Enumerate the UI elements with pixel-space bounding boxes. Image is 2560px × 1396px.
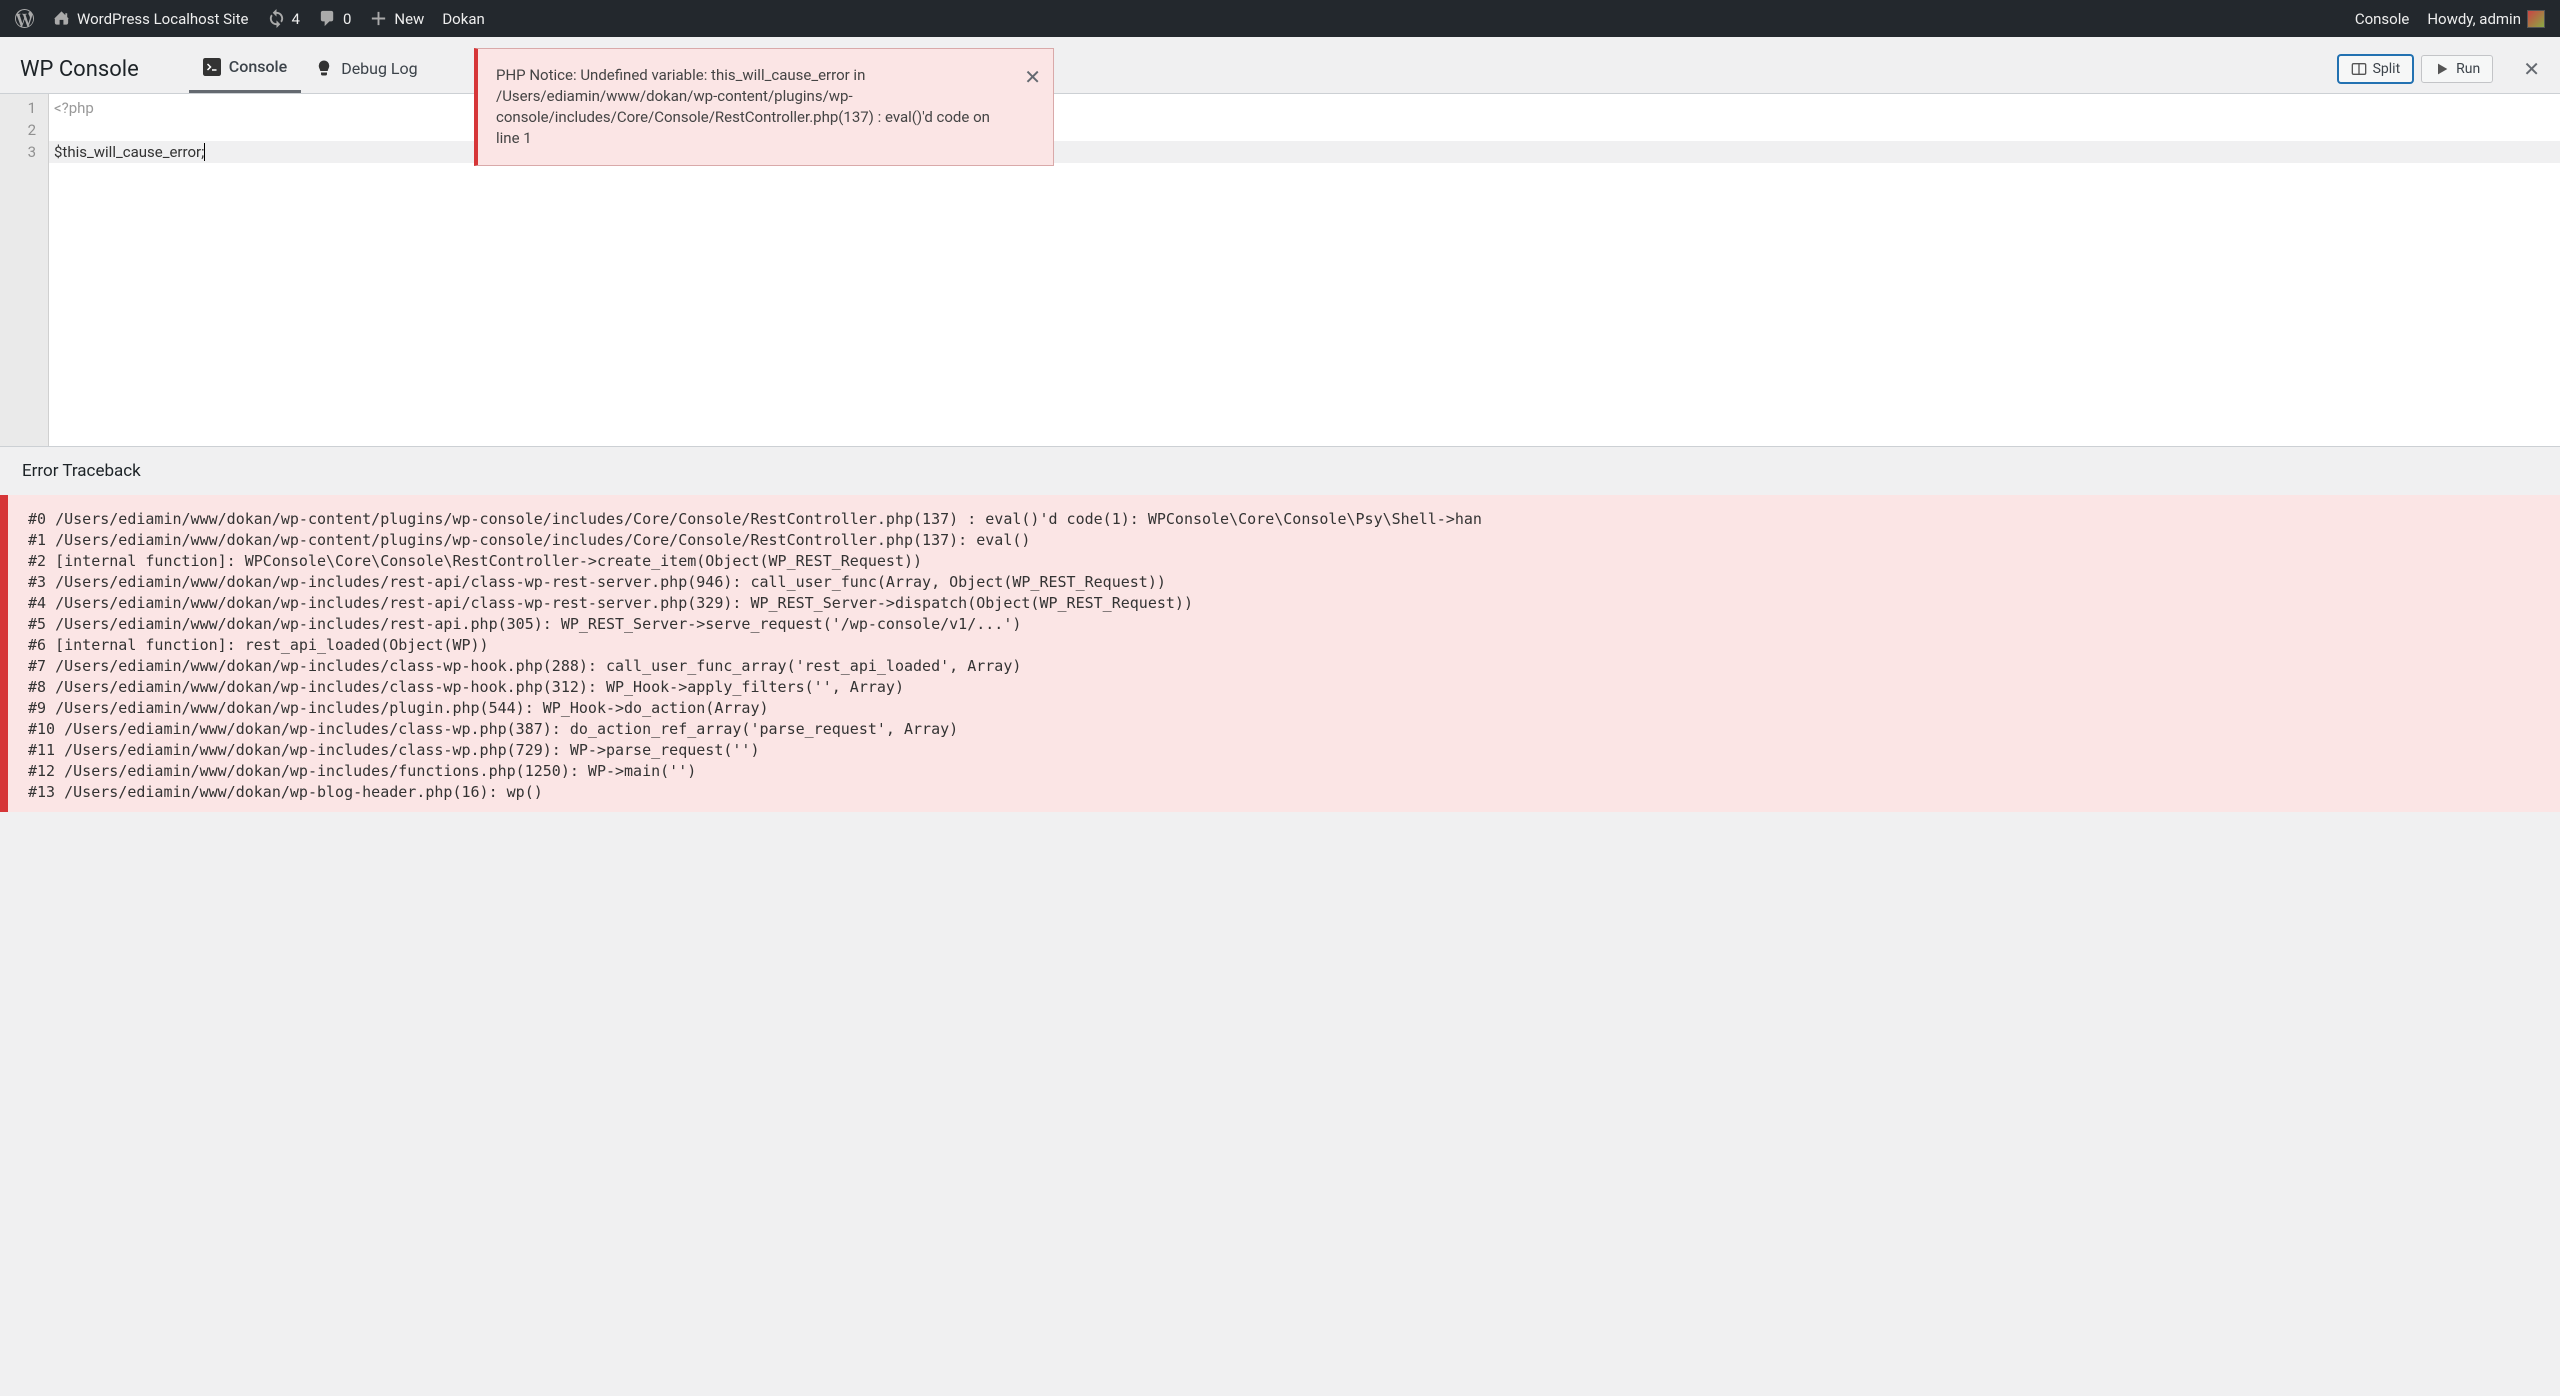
- updates-count: 4: [292, 10, 300, 28]
- tab-console-label: Console: [229, 57, 287, 76]
- updates-link[interactable]: 4: [267, 9, 300, 28]
- greeting-link[interactable]: Howdy, admin: [2427, 10, 2545, 28]
- split-button[interactable]: Split: [2338, 55, 2414, 83]
- code-editor[interactable]: 1 2 3 <?php $this_will_cause_error;: [0, 94, 2560, 446]
- tab-console[interactable]: Console: [189, 45, 301, 93]
- site-name: WordPress Localhost Site: [77, 10, 249, 28]
- comments-link[interactable]: 0: [318, 9, 351, 28]
- avatar: [2527, 10, 2545, 28]
- wp-admin-bar: WordPress Localhost Site 4 0 New Dokan C…: [0, 0, 2560, 37]
- console-link[interactable]: Console: [2355, 10, 2410, 28]
- run-label: Run: [2456, 61, 2480, 77]
- panel-title: WP Console: [20, 57, 139, 82]
- dokan-link[interactable]: Dokan: [442, 10, 484, 28]
- code-line-1: <?php: [54, 99, 94, 117]
- wp-console-panel: WP Console Console Debug Log Split Run ✕…: [0, 37, 2560, 812]
- comments-count: 0: [343, 10, 351, 28]
- site-link[interactable]: WordPress Localhost Site: [52, 9, 249, 28]
- traceback-title: Error Traceback: [0, 446, 2560, 495]
- split-label: Split: [2373, 61, 2401, 77]
- run-button[interactable]: Run: [2421, 55, 2493, 83]
- new-link[interactable]: New: [369, 9, 424, 28]
- traceback-body: #0 /Users/ediamin/www/dokan/wp-content/p…: [0, 495, 2560, 812]
- error-notice-text: PHP Notice: Undefined variable: this_wil…: [496, 66, 990, 147]
- close-panel-button[interactable]: ✕: [2523, 57, 2540, 81]
- greeting-text: Howdy, admin: [2427, 10, 2521, 28]
- tab-debug-label: Debug Log: [341, 59, 417, 78]
- code-line-3: $this_will_cause_error;: [54, 143, 205, 161]
- new-label: New: [394, 10, 424, 28]
- close-notice-button[interactable]: ✕: [1024, 63, 1041, 91]
- editor-content[interactable]: <?php $this_will_cause_error;: [49, 94, 2560, 446]
- tab-debug-log[interactable]: Debug Log: [301, 47, 431, 92]
- wp-logo[interactable]: [15, 9, 34, 28]
- console-topbar: WP Console Console Debug Log Split Run ✕: [0, 37, 2560, 94]
- error-notice: PHP Notice: Undefined variable: this_wil…: [474, 48, 1054, 166]
- editor-gutter: 1 2 3: [0, 94, 49, 446]
